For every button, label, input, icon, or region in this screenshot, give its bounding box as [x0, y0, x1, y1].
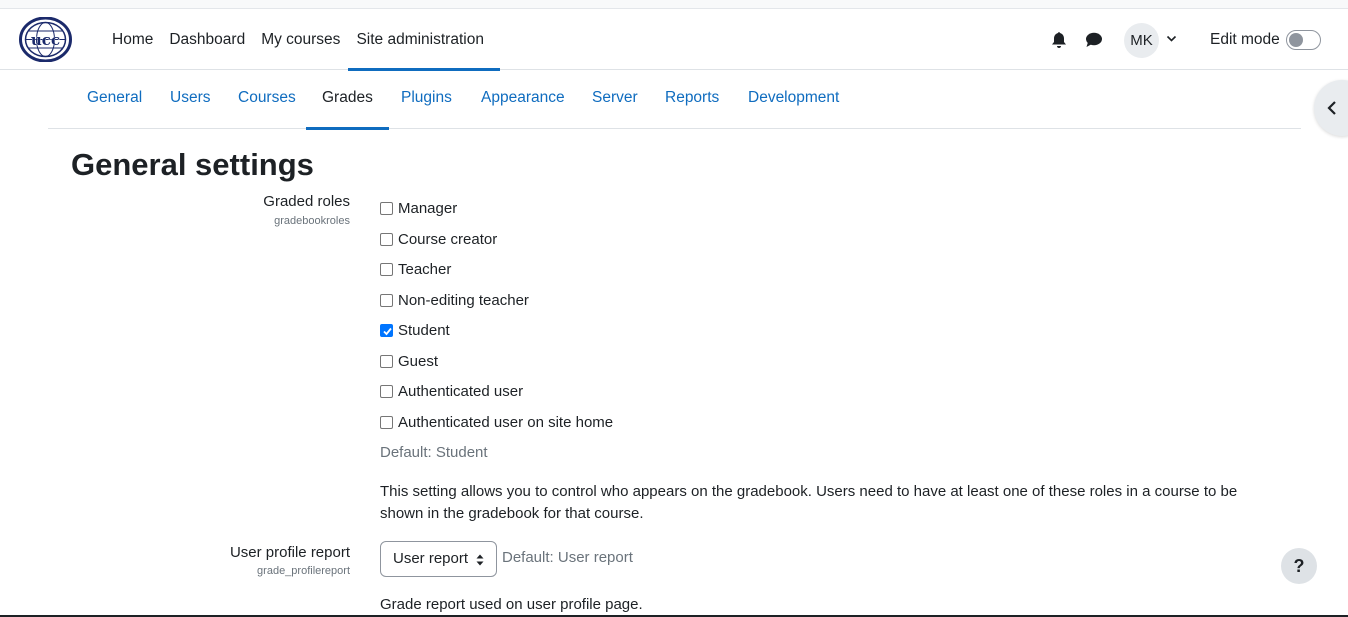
- checkbox-box[interactable]: [380, 415, 393, 429]
- edit-mode-label: Edit mode: [1210, 31, 1280, 48]
- checkbox-label: Authenticated user on site home: [398, 413, 614, 431]
- tab-server[interactable]: Server: [592, 70, 638, 129]
- graded-roles-default: Default: Student: [380, 444, 488, 461]
- svg-text:ucc: ucc: [31, 31, 60, 49]
- tab-appearance[interactable]: Appearance: [481, 70, 565, 129]
- browser-top-strip: [0, 0, 1348, 9]
- nav-item-my-courses[interactable]: My courses: [253, 9, 348, 70]
- graded-roles-label: Graded roles: [263, 193, 350, 210]
- page-title: General settings: [71, 147, 314, 182]
- chat-icon[interactable]: [1085, 31, 1103, 48]
- checkbox-non-editing-teacher[interactable]: Non-editing teacher: [380, 290, 529, 310]
- chevron-down-icon[interactable]: [1166, 35, 1177, 43]
- checkbox-authenticated-user[interactable]: Authenticated user: [380, 381, 523, 401]
- tab-reports[interactable]: Reports: [665, 70, 719, 129]
- checkbox-label: Manager: [398, 199, 458, 217]
- bell-icon[interactable]: [1051, 31, 1067, 49]
- checkbox-box[interactable]: [380, 293, 393, 307]
- checkbox-student[interactable]: Student: [380, 320, 450, 340]
- select-arrows-icon: [476, 554, 484, 566]
- toggle-knob: [1289, 33, 1303, 47]
- checkbox-box[interactable]: [380, 354, 393, 368]
- primary-nav-menu: Home Dashboard My courses Site administr…: [104, 9, 500, 71]
- checkbox-guest[interactable]: Guest: [380, 351, 438, 371]
- user-profile-report-description: Grade report used on user profile page.: [380, 596, 643, 613]
- checkbox-box-checked[interactable]: [380, 323, 393, 337]
- tab-general[interactable]: General: [87, 70, 142, 129]
- checkbox-course-creator[interactable]: Course creator: [380, 229, 497, 249]
- checkbox-label: Authenticated user: [398, 382, 524, 400]
- user-profile-report-select[interactable]: User report: [380, 541, 497, 577]
- checkbox-box[interactable]: [380, 232, 393, 246]
- tab-plugins[interactable]: Plugins: [401, 70, 452, 129]
- user-profile-report-default: Default: User report: [502, 549, 633, 566]
- checkbox-manager[interactable]: Manager: [380, 198, 457, 218]
- checkbox-label: Guest: [398, 352, 439, 370]
- tab-courses[interactable]: Courses: [238, 70, 296, 129]
- checkbox-box[interactable]: [380, 262, 393, 276]
- checkbox-label: Non-editing teacher: [398, 291, 529, 309]
- user-profile-report-label: User profile report: [229, 544, 350, 561]
- tab-users[interactable]: Users: [170, 70, 210, 129]
- checkbox-label: Student: [398, 321, 450, 339]
- checkbox-box[interactable]: [380, 384, 393, 398]
- help-button[interactable]: ?: [1281, 548, 1317, 584]
- user-profile-report-key: grade_profilereport: [257, 565, 350, 577]
- graded-roles-key: gradebookroles: [274, 215, 350, 227]
- graded-roles-description: This setting allows you to control who a…: [380, 483, 1238, 522]
- checkmark-icon: [383, 327, 392, 335]
- checkbox-authenticated-user-site-home[interactable]: Authenticated user on site home: [380, 412, 613, 432]
- ucc-logo[interactable]: ucc: [19, 17, 72, 62]
- tab-development[interactable]: Development: [748, 70, 839, 129]
- edit-mode-toggle[interactable]: [1286, 30, 1321, 50]
- avatar[interactable]: MK: [1124, 23, 1159, 58]
- chevron-left-icon: [1327, 101, 1336, 115]
- checkbox-box[interactable]: [380, 201, 393, 215]
- nav-item-dashboard[interactable]: Dashboard: [161, 9, 253, 70]
- nav-item-home[interactable]: Home: [104, 9, 161, 70]
- drawer-toggle-button[interactable]: [1314, 80, 1348, 136]
- select-value: User report: [393, 550, 469, 567]
- nav-item-site-administration[interactable]: Site administration: [348, 9, 500, 71]
- secondary-nav: General Users Courses Grades Plugins App…: [48, 70, 1301, 130]
- checkbox-teacher[interactable]: Teacher: [380, 259, 451, 279]
- primary-navbar: ucc Home Dashboard My courses Site admin…: [0, 9, 1348, 71]
- checkbox-label: Teacher: [398, 260, 452, 278]
- tab-grades[interactable]: Grades: [306, 70, 389, 130]
- checkbox-label: Course creator: [398, 230, 498, 248]
